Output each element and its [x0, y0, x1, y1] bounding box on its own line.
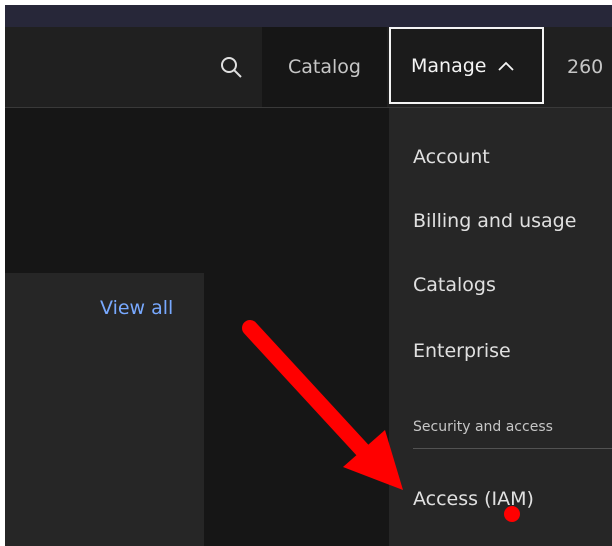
search-button[interactable] — [200, 27, 262, 107]
menu-item-catalogs[interactable]: Catalogs — [413, 274, 496, 296]
manage-label: Manage — [411, 54, 487, 77]
chevron-up-icon — [498, 61, 515, 71]
manage-button[interactable]: Manage — [389, 27, 544, 104]
catalog-button[interactable]: Catalog — [262, 27, 387, 107]
app-frame: Catalog Manage 260 View all Account Bill… — [5, 5, 612, 546]
click-marker-dot — [504, 506, 520, 522]
top-nav: Catalog Manage 260 — [5, 27, 612, 108]
menu-divider — [413, 448, 612, 449]
account-switcher[interactable]: 260 — [567, 27, 603, 107]
manage-dropdown-menu: Account Billing and usage Catalogs Enter… — [389, 108, 612, 546]
menu-section-security: Security and access — [413, 419, 553, 435]
search-icon — [221, 57, 242, 78]
catalog-label: Catalog — [288, 56, 361, 78]
menu-item-account[interactable]: Account — [413, 146, 490, 168]
account-id-label: 260 — [567, 56, 604, 78]
menu-item-enterprise[interactable]: Enterprise — [413, 340, 511, 362]
top-strip — [5, 5, 612, 27]
menu-item-billing[interactable]: Billing and usage — [413, 210, 576, 232]
view-all-link[interactable]: View all — [100, 297, 173, 319]
